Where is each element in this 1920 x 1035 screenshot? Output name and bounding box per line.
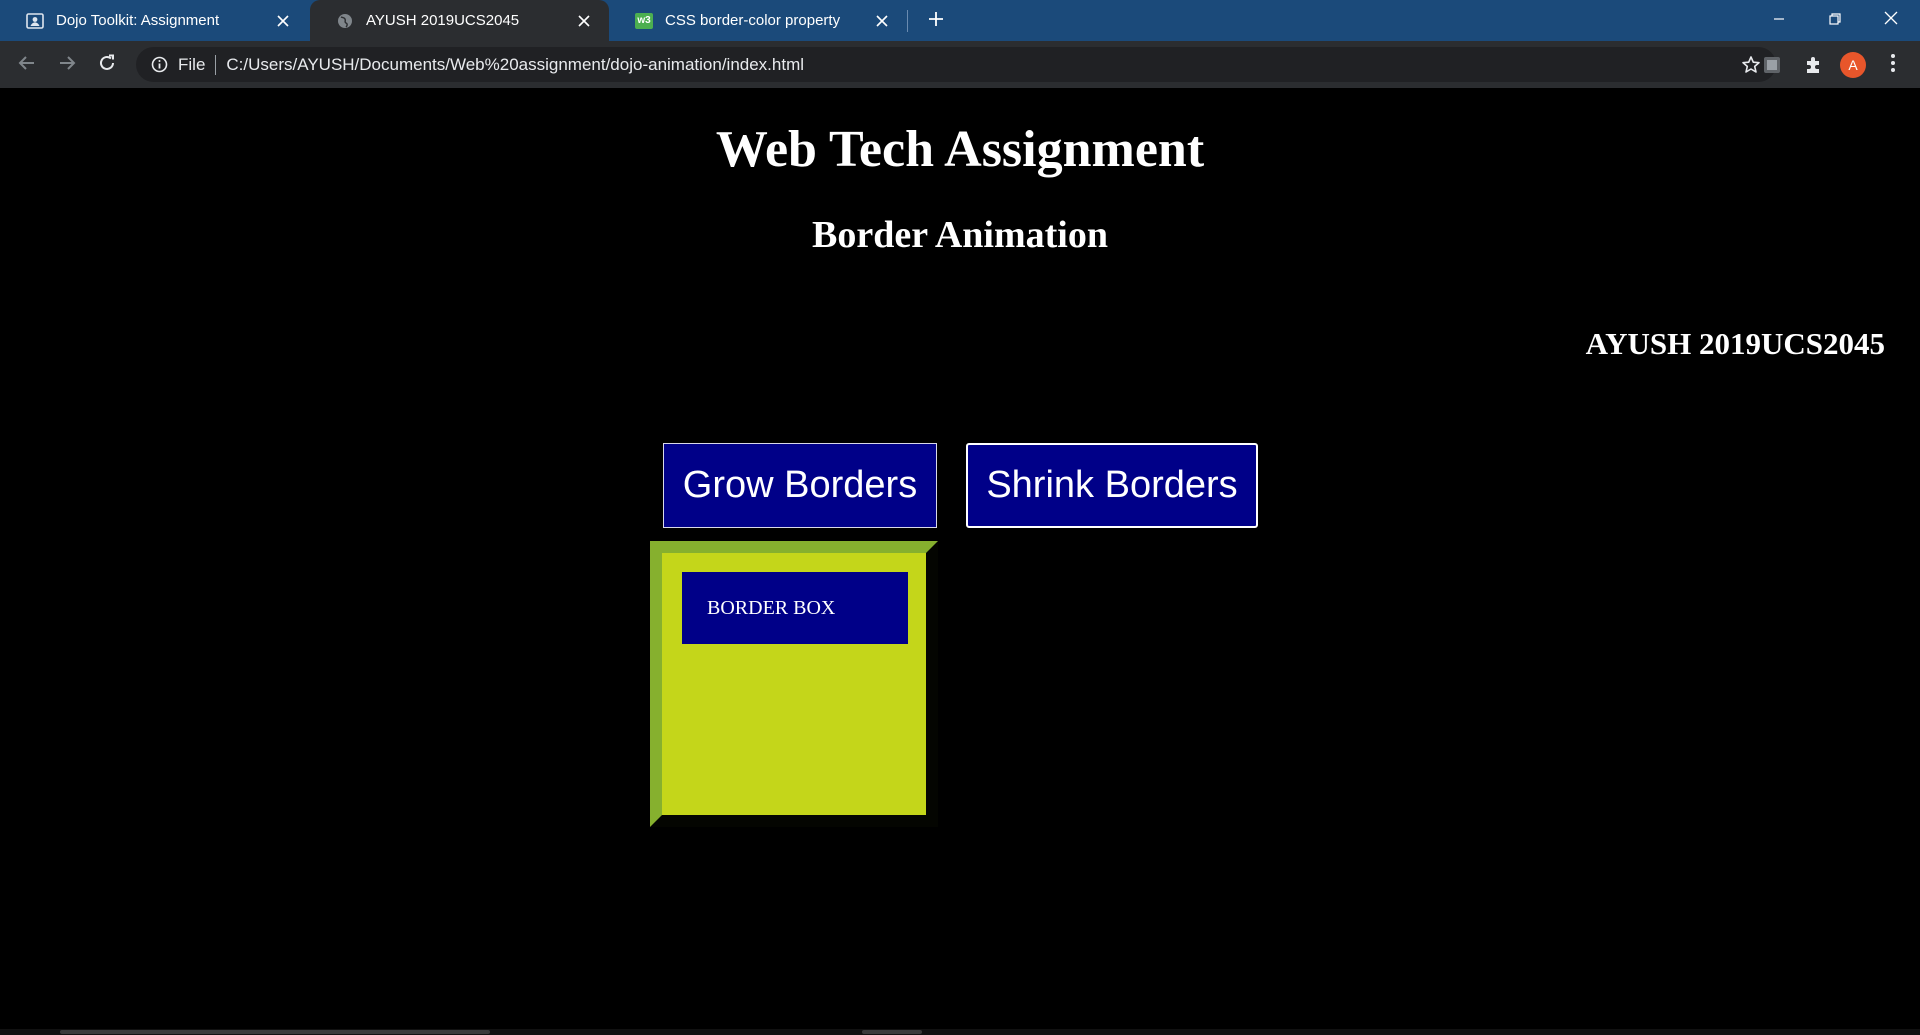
browser-toolbar: File C:/Users/AYUSH/Documents/Web%20assi… xyxy=(0,41,1920,88)
puzzle-icon[interactable] xyxy=(1800,52,1826,78)
tab-strip: Dojo Toolkit: Assignment AYUSH 2019UCS20… xyxy=(0,0,1920,41)
grow-borders-button[interactable]: Grow Borders xyxy=(663,443,937,528)
reload-button[interactable] xyxy=(91,49,123,81)
globe-icon xyxy=(336,12,354,30)
scrollbar-thumb[interactable] xyxy=(60,1030,490,1034)
protocol-label: File xyxy=(178,54,206,74)
page-title: Web Tech Assignment xyxy=(715,121,1205,178)
minimize-button[interactable] xyxy=(1751,0,1807,41)
reload-icon xyxy=(98,54,116,77)
info-icon[interactable] xyxy=(150,56,168,74)
forward-button[interactable] xyxy=(51,49,83,81)
page-content: Web Tech Assignment Border Animation AYU… xyxy=(0,88,1920,1035)
tab-ayush[interactable]: AYUSH 2019UCS2045 xyxy=(310,0,609,41)
author-label: AYUSH 2019UCS2045 xyxy=(1585,326,1885,361)
tab-css-border-color[interactable]: w3 CSS border-color property xyxy=(609,0,907,41)
close-icon[interactable] xyxy=(274,12,292,30)
close-icon[interactable] xyxy=(873,12,891,30)
scrollbar-thumb[interactable] xyxy=(862,1030,922,1034)
avatar: A xyxy=(1840,52,1866,78)
minimize-icon xyxy=(1773,12,1785,30)
more-vertical-icon xyxy=(1890,53,1896,78)
border-box-label: BORDER BOX xyxy=(682,572,908,644)
new-tab-button[interactable] xyxy=(921,6,951,36)
arrow-right-icon xyxy=(58,54,76,77)
tab-page-icon xyxy=(26,12,44,30)
address-divider xyxy=(215,54,217,75)
extension-icon[interactable] xyxy=(1759,52,1785,78)
close-window-button[interactable] xyxy=(1863,0,1919,41)
close-icon xyxy=(1884,11,1898,30)
w3-favicon-text: w3 xyxy=(635,12,653,29)
tab-dojo-toolkit[interactable]: Dojo Toolkit: Assignment xyxy=(0,0,308,41)
horizontal-scrollbar[interactable] xyxy=(0,1029,1920,1035)
menu-button[interactable] xyxy=(1880,52,1906,78)
plus-icon xyxy=(928,11,944,32)
url-text[interactable]: C:/Users/AYUSH/Documents/Web%20assignmen… xyxy=(226,55,804,75)
profile-avatar[interactable]: A xyxy=(1840,52,1866,78)
page-subtitle: Border Animation xyxy=(812,214,1108,256)
arrow-left-icon xyxy=(18,54,36,77)
tab-title: Dojo Toolkit: Assignment xyxy=(56,12,220,29)
w3-icon: w3 xyxy=(635,12,653,30)
shrink-borders-button[interactable]: Shrink Borders xyxy=(966,443,1258,528)
close-icon[interactable] xyxy=(575,12,593,30)
tab-title: AYUSH 2019UCS2045 xyxy=(366,12,520,29)
back-button[interactable] xyxy=(11,49,43,81)
tab-title: CSS border-color property xyxy=(665,12,841,29)
restore-button[interactable] xyxy=(1807,0,1863,41)
restore-icon xyxy=(1829,12,1841,30)
address-bar[interactable]: File C:/Users/AYUSH/Documents/Web%20assi… xyxy=(136,47,1776,82)
tab-separator xyxy=(907,10,908,32)
